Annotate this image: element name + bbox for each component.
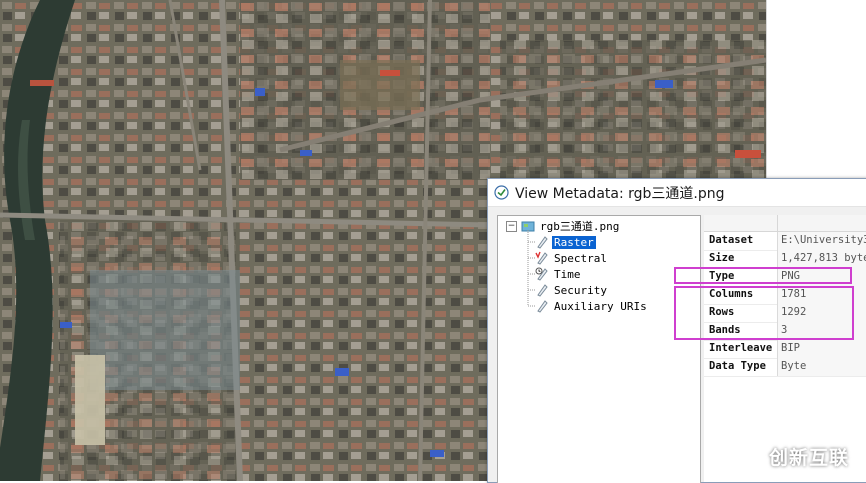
prop-key: Interleave bbox=[709, 342, 773, 354]
tree-connector-lines bbox=[527, 230, 535, 307]
prop-key: Dataset bbox=[709, 234, 754, 246]
prop-key: Size bbox=[709, 252, 735, 264]
cdcxhl-logo-icon bbox=[733, 441, 763, 471]
tree-item-label: Auxiliary URIs bbox=[554, 299, 647, 313]
view-metadata-window: View Metadata: rgb三通道.png − rgb三通道.png R… bbox=[487, 178, 866, 483]
watermark: 创新互联 bbox=[733, 440, 866, 472]
prop-value: BIP bbox=[777, 340, 866, 358]
type-highlight-box bbox=[674, 267, 852, 284]
prop-value: E:\University3_ bbox=[777, 232, 866, 250]
window-titlebar[interactable]: View Metadata: rgb三通道.png bbox=[488, 179, 866, 207]
tree-item-label: Security bbox=[554, 283, 607, 297]
dimensions-highlight-box bbox=[674, 286, 854, 340]
prop-row-data-type[interactable]: Data Type Byte bbox=[704, 358, 866, 377]
blank-area bbox=[766, 0, 866, 181]
window-title: View Metadata: rgb三通道.png bbox=[515, 185, 725, 202]
prop-key: Data Type bbox=[709, 360, 766, 372]
tree-item-label: Raster bbox=[552, 235, 596, 249]
prop-row-dataset[interactable]: Dataset E:\University3_ bbox=[704, 232, 866, 251]
prop-row-interleave[interactable]: Interleave BIP bbox=[704, 340, 866, 359]
metadata-window-icon bbox=[494, 185, 509, 200]
prop-value: Byte bbox=[777, 358, 866, 376]
tree-item-label: Spectral bbox=[554, 251, 607, 265]
watermark-text: 创新互联 bbox=[769, 446, 850, 469]
properties-header bbox=[704, 215, 866, 232]
metadata-tree: − rgb三通道.png Raster Spectral Time Securi… bbox=[497, 215, 701, 483]
prop-value: 1,427,813 bytes bbox=[777, 250, 866, 268]
